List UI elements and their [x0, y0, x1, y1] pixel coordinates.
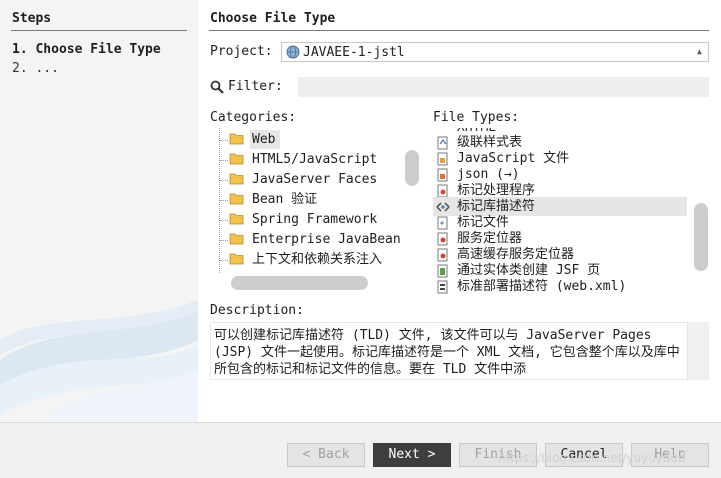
category-item[interactable]: Web	[252, 130, 275, 149]
category-item[interactable]: Spring Framework	[252, 210, 377, 229]
file-type-item[interactable]: 标准部署描述符 (web.xml)	[457, 277, 626, 294]
caching-service-locator-icon	[437, 248, 448, 262]
tree-connector	[220, 240, 228, 242]
tree-connector	[220, 180, 228, 182]
step-item-2: 2. ...	[12, 61, 59, 76]
category-item[interactable]: 上下文和依赖关系注入	[252, 250, 402, 269]
dialog-footer: < Back Next > Finish Cancel Help https:/…	[0, 422, 721, 478]
category-item[interactable]: Enterprise JavaBean	[252, 230, 402, 249]
web-xml-icon	[437, 280, 448, 294]
filter-label: Filter:	[228, 79, 283, 94]
folder-icon	[229, 153, 244, 165]
steps-panel: Steps 1. Choose File Type 2. ...	[0, 0, 198, 422]
categories-vertical-scrollbar[interactable]	[403, 128, 420, 273]
page-title: Choose File Type	[210, 11, 336, 26]
folder-icon	[229, 253, 244, 265]
tld-file-icon	[436, 202, 450, 212]
javascript-file-icon	[437, 152, 448, 166]
step-item-1: 1. Choose File Type	[12, 42, 161, 57]
tag-handler-icon	[437, 184, 448, 198]
json-file-icon	[437, 168, 448, 182]
tree-connector	[220, 140, 228, 142]
scrollbar-thumb[interactable]	[694, 203, 708, 271]
folder-icon	[229, 133, 244, 145]
chevron-up-down-icon[interactable]: ▲	[693, 45, 706, 59]
tree-connector	[220, 160, 228, 162]
category-item[interactable]: JavaServer Faces	[252, 170, 377, 189]
filter-input[interactable]	[298, 77, 709, 97]
description-scrollbar[interactable]	[688, 322, 709, 380]
folder-icon	[229, 233, 244, 245]
search-icon	[210, 80, 224, 94]
decorative-swoosh	[0, 300, 198, 422]
category-item[interactable]: Bean 验证	[252, 190, 317, 209]
tag-file-icon	[437, 216, 448, 230]
scrollbar-thumb[interactable]	[405, 150, 419, 186]
css-file-icon	[437, 136, 448, 150]
tree-connector	[220, 260, 228, 262]
title-divider	[209, 30, 709, 31]
description-text: 可以创建标记库描述符 (TLD) 文件, 该文件可以与 JavaServer P…	[210, 322, 688, 380]
next-button[interactable]: Next >	[373, 443, 451, 467]
project-label: Project:	[210, 44, 273, 59]
project-select[interactable]: JAVAEE-1-jstl ▲	[281, 42, 709, 62]
steps-divider	[11, 30, 187, 31]
tree-connector	[220, 200, 228, 202]
category-item[interactable]: HTML5/JavaScript	[252, 150, 377, 169]
project-value: JAVAEE-1-jstl	[303, 45, 405, 60]
file-types-vertical-scrollbar[interactable]	[692, 128, 709, 294]
categories-horizontal-scrollbar[interactable]	[231, 276, 368, 290]
tree-connector	[220, 220, 228, 222]
service-locator-icon	[437, 232, 448, 246]
categories-label: Categories:	[210, 110, 297, 125]
file-types-list[interactable]: XHTML 级联样式表 JavaScript 文件 json (→) 标记处理程…	[433, 128, 709, 294]
description-label: Description:	[210, 303, 304, 318]
watermark-text: https://blog.csdn.net/yuyuyddd	[498, 451, 686, 465]
globe-icon	[286, 45, 300, 59]
categories-tree[interactable]: Web HTML5/JavaScript JavaServer Faces Be…	[210, 128, 420, 273]
folder-icon	[229, 213, 244, 225]
main-panel: Choose File Type Project: JAVAEE-1-jstl …	[198, 0, 721, 422]
file-types-label: File Types:	[433, 110, 520, 125]
back-button[interactable]: < Back	[287, 443, 365, 467]
jsf-entity-icon	[437, 264, 448, 278]
folder-icon	[229, 193, 244, 205]
folder-icon	[229, 173, 244, 185]
steps-title: Steps	[12, 11, 52, 26]
